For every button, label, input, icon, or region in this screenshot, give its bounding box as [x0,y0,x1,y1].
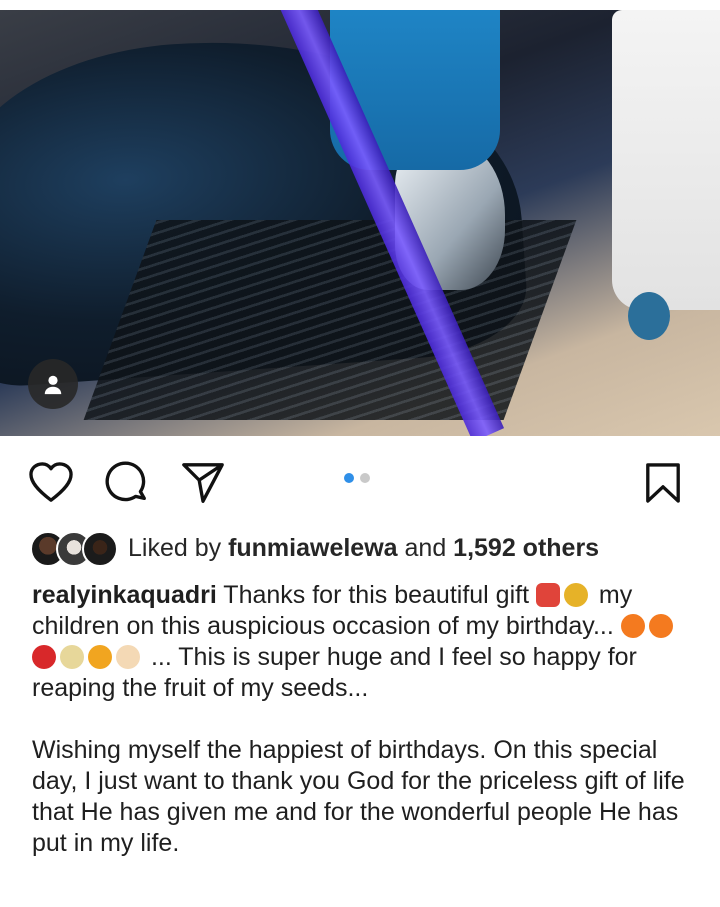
cupcake-icon [116,645,140,669]
caption-paragraph-2: Wishing myself the happiest of birthdays… [32,736,685,857]
caption-username[interactable]: realyinkaquadri [32,581,217,609]
cheers-icon [60,645,84,669]
carousel-dot-active [344,473,354,483]
honey-pot-icon [88,645,112,669]
dancer-icon [32,645,56,669]
likes-middle: and [397,533,454,562]
post-media[interactable] [0,0,720,436]
top-strip [0,0,720,10]
carousel-dot [360,473,370,483]
likes-prefix: Liked by [128,533,229,562]
carousel-indicator [344,473,370,483]
car-icon [535,583,560,607]
likes-count[interactable]: 1,592 others [453,534,599,562]
fire-icon [620,614,645,638]
comment-button[interactable] [104,460,150,506]
shoe [628,292,670,340]
like-button[interactable] [28,460,74,506]
person-in-white [612,10,720,310]
tagged-user-button[interactable] [28,359,78,409]
share-button[interactable] [180,460,226,506]
user-icon [44,375,62,395]
liker-avatars[interactable] [30,531,118,567]
key-icon [563,583,588,607]
caption-text: Thanks for this beautiful gift [216,581,536,609]
post-caption: realyinkaquadri Thanks for this beautifu… [32,580,700,859]
save-button[interactable] [640,460,686,506]
comment-icon [105,461,146,502]
send-icon [182,463,224,503]
fire-icon [648,614,673,638]
bookmark-icon [646,463,680,503]
likes-row[interactable]: Liked by funmiawelewa and 1,592 others [30,531,599,567]
avatar [82,531,118,567]
caption-paragraph: realyinkaquadri Thanks for this beautifu… [32,580,700,704]
liker-username[interactable]: funmiawelewa [228,534,398,562]
likes-text: Liked by funmiawelewa and 1,592 others [128,534,599,563]
heart-icon [29,462,73,502]
